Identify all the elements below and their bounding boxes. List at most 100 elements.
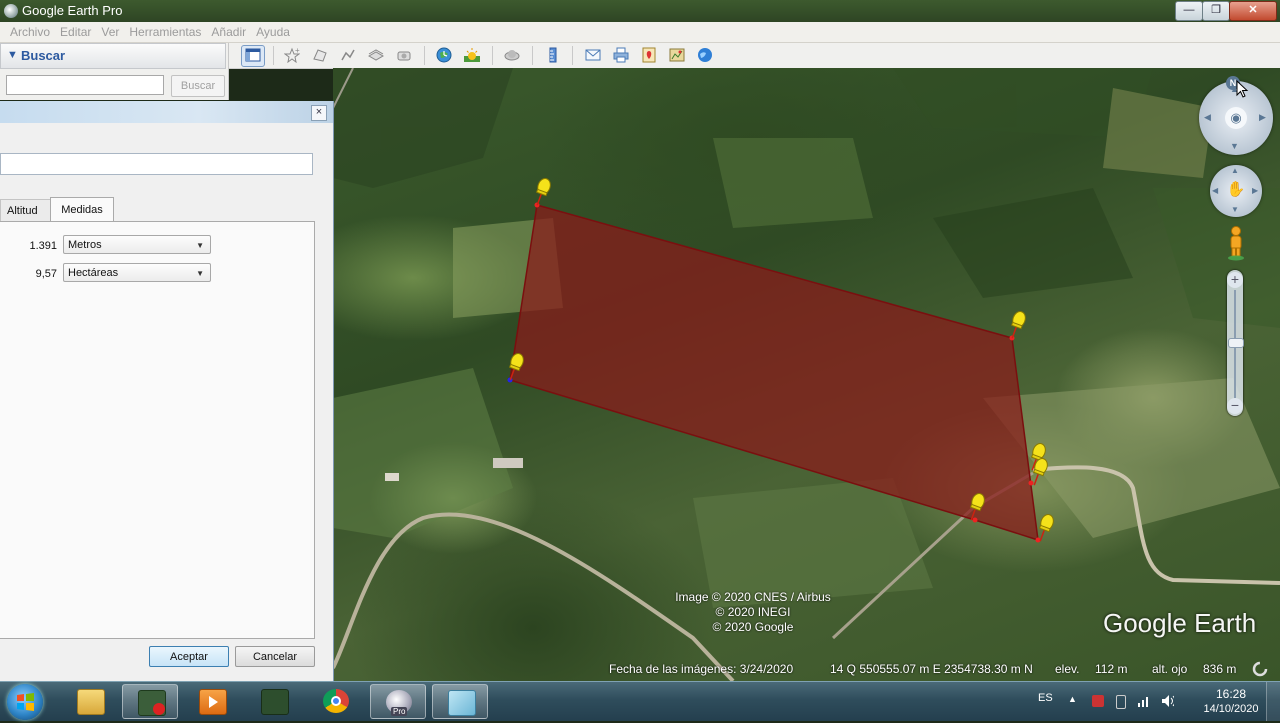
toolbar-separator xyxy=(492,46,493,65)
sunlight-icon xyxy=(464,48,480,62)
show-desktop-button[interactable] xyxy=(1266,682,1280,721)
map-view[interactable]: ◉ ▲ ▼ ◀ ▶ N ✋ ▲ ▼ ◀ ▶ + − Image © 2020 C… xyxy=(333,68,1280,681)
zoom-out-button[interactable]: − xyxy=(1227,398,1243,414)
tab-altitud[interactable]: Altitud xyxy=(0,199,56,222)
historical-imagery-icon xyxy=(436,47,452,63)
start-button[interactable] xyxy=(7,684,43,720)
chrome-icon xyxy=(323,689,349,713)
eye-icon[interactable]: ◉ xyxy=(1225,107,1247,129)
zoom-in-button[interactable]: + xyxy=(1227,272,1243,288)
switch-planets-button[interactable] xyxy=(501,45,523,65)
search-button[interactable]: Buscar xyxy=(171,75,225,97)
add-placemark-button[interactable]: + xyxy=(281,45,303,65)
email-button[interactable] xyxy=(582,45,604,65)
earth-globe-icon xyxy=(698,48,712,62)
show-hidden-icons-icon[interactable]: ▲ xyxy=(1068,694,1080,706)
add-image-overlay-button[interactable] xyxy=(365,45,387,65)
volume-icon[interactable] xyxy=(1162,695,1174,707)
street-view-pegman-icon[interactable] xyxy=(1226,225,1246,261)
chevron-down-icon: ▼ xyxy=(196,269,204,278)
sunlight-button[interactable] xyxy=(461,45,483,65)
menu-herramientas[interactable]: Herramientas xyxy=(124,22,206,42)
app-icon xyxy=(261,689,289,715)
save-image-button[interactable] xyxy=(638,45,660,65)
language-indicator[interactable]: ES xyxy=(1038,692,1053,704)
taskbar-file-explorer[interactable] xyxy=(62,684,118,719)
area-unit-select[interactable]: Hectáreas ▼ xyxy=(63,263,211,282)
maximize-button[interactable]: ❐ xyxy=(1202,1,1230,21)
taskbar-app-2[interactable] xyxy=(122,684,178,719)
menu-editar[interactable]: Editar xyxy=(55,22,96,42)
search-panel-header[interactable]: ▼ Buscar xyxy=(0,43,226,69)
battery-icon[interactable] xyxy=(1116,695,1126,709)
taskbar-media-player[interactable] xyxy=(184,684,240,719)
polygon-vertex[interactable] xyxy=(1028,480,1034,486)
planet-icon xyxy=(504,50,520,61)
network-signal-icon[interactable] xyxy=(1138,695,1150,707)
minimize-button[interactable]: — xyxy=(1175,1,1203,21)
cursor-coordinates: 14 Q 550555.07 m E 2354738.30 m N xyxy=(830,662,1033,676)
action-center-icon[interactable] xyxy=(1092,695,1104,707)
mouse-cursor-icon xyxy=(1236,80,1249,98)
sidebar: ▼ Buscar Buscar xyxy=(0,43,229,100)
add-path-button[interactable] xyxy=(337,45,359,65)
taskbar-app-7[interactable] xyxy=(432,684,488,719)
pan-left-arrow-icon[interactable]: ◀ xyxy=(1212,186,1218,195)
dialog-title-bar[interactable]: × xyxy=(0,101,333,123)
measure-dialog: × Altitud Medidas 1.391 Metros ▼ 9,57 He… xyxy=(0,101,334,681)
move-control[interactable]: ✋ ▲ ▼ ◀ ▶ xyxy=(1210,165,1262,217)
yellow-pushpin-icon[interactable] xyxy=(532,177,553,207)
collapse-triangle-icon[interactable]: ▼ xyxy=(7,49,18,61)
yellow-pushpin-icon[interactable] xyxy=(1007,310,1028,340)
look-left-arrow-icon[interactable]: ◀ xyxy=(1204,112,1211,123)
look-down-arrow-icon[interactable]: ▼ xyxy=(1230,141,1239,151)
search-input[interactable] xyxy=(6,75,164,95)
look-right-arrow-icon[interactable]: ▶ xyxy=(1259,112,1266,123)
record-tour-icon xyxy=(397,51,411,61)
pan-down-arrow-icon[interactable]: ▼ xyxy=(1231,205,1239,214)
toolbar-separator xyxy=(572,46,573,65)
historical-imagery-button[interactable] xyxy=(433,45,455,65)
menu-ver[interactable]: Ver xyxy=(96,22,124,42)
taskbar-app-4[interactable] xyxy=(246,684,302,719)
menu-anadir[interactable]: Añadir xyxy=(206,22,251,42)
pan-right-arrow-icon[interactable]: ▶ xyxy=(1252,186,1258,195)
taskbar-chrome[interactable] xyxy=(308,684,364,719)
elevation-label: elev. xyxy=(1055,662,1080,676)
google-earth-web-button[interactable] xyxy=(694,45,716,65)
tab-medidas[interactable]: Medidas xyxy=(50,197,114,222)
view-in-maps-button[interactable] xyxy=(666,45,688,65)
zoom-thumb[interactable] xyxy=(1228,338,1244,348)
menu-ayuda[interactable]: Ayuda xyxy=(251,22,295,42)
app-notepad-icon xyxy=(448,690,476,716)
name-field[interactable] xyxy=(0,153,313,175)
pan-up-arrow-icon[interactable]: ▲ xyxy=(1231,166,1239,175)
print-button[interactable] xyxy=(610,45,632,65)
toggle-sidebar-button[interactable] xyxy=(241,45,265,67)
toolbar-separator xyxy=(273,46,274,65)
toolbar-separator xyxy=(424,46,425,65)
zoom-slider[interactable]: + − xyxy=(1227,270,1244,416)
clock-date[interactable]: 14/10/2020 xyxy=(1196,703,1266,715)
cancel-button[interactable]: Cancelar xyxy=(235,646,315,667)
dialog-close-button[interactable]: × xyxy=(311,105,327,121)
ruler-button[interactable] xyxy=(542,45,564,65)
placemark-icon: + xyxy=(284,47,300,63)
clock-time[interactable]: 16:28 xyxy=(1206,687,1256,701)
attribution-line: © 2020 Google xyxy=(712,620,794,634)
map-status-bar: Fecha de las imágenes: 3/24/2020 14 Q 55… xyxy=(333,658,1280,681)
taskbar-google-earth-pro[interactable]: Pro xyxy=(370,684,426,719)
area-unit-label: Hectáreas xyxy=(68,267,119,279)
google-earth-app-icon xyxy=(4,4,18,18)
perimeter-unit-label: Metros xyxy=(68,239,102,251)
search-panel-title: Buscar xyxy=(21,48,66,63)
menu-archivo[interactable]: Archivo xyxy=(0,22,55,42)
polygon-vertex[interactable] xyxy=(1035,537,1041,543)
polygon-vertex[interactable] xyxy=(972,517,978,523)
record-tour-button[interactable] xyxy=(393,45,415,65)
add-polygon-button[interactable] xyxy=(309,45,331,65)
close-window-button[interactable]: ✕ xyxy=(1229,1,1277,21)
ok-button[interactable]: Aceptar xyxy=(149,646,229,667)
hand-pan-icon[interactable]: ✋ xyxy=(1226,180,1246,200)
perimeter-unit-select[interactable]: Metros ▼ xyxy=(63,235,211,254)
